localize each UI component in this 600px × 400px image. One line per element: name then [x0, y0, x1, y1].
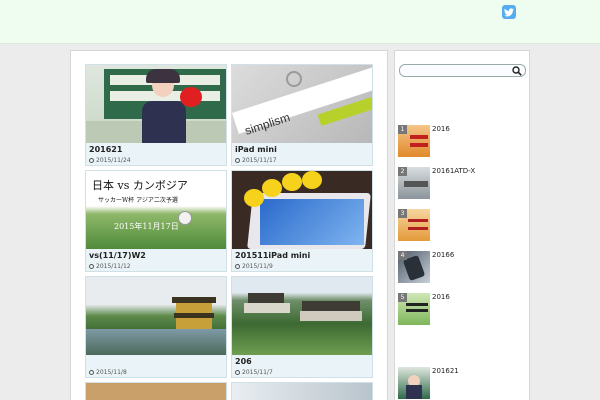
site-header: [0, 0, 600, 44]
article-thumbnail[interactable]: [86, 277, 226, 355]
article-card[interactable]: 日本 vs カンボジア サッカーW杯 アジア二次予選 2015年11月17日 v…: [85, 170, 227, 272]
popular-title[interactable]: 2016: [432, 125, 450, 133]
article-card[interactable]: 201511iPad mini 2015/11/9: [231, 170, 373, 272]
popular-item[interactable]: 5 2016: [398, 293, 528, 327]
article-thumbnail[interactable]: simplism: [232, 65, 372, 143]
popular-title[interactable]: 20166: [432, 251, 454, 259]
popular-title[interactable]: 2016: [432, 293, 450, 301]
article-list: 201621 2015/11/24 simplism iPad mini 201…: [70, 50, 388, 400]
article-title[interactable]: iPad mini: [232, 143, 372, 156]
popular-title[interactable]: 201621: [432, 367, 459, 375]
article-thumbnail[interactable]: [86, 65, 226, 143]
article-title[interactable]: 201621: [86, 143, 226, 156]
popular-item[interactable]: 4 20166: [398, 251, 528, 285]
article-date: 2015/11/9: [232, 262, 372, 271]
sidebar: 1 2016 2 20161ATD-X 3 4 20166 5 2016 201…: [394, 50, 530, 400]
article-thumbnail[interactable]: 日本 vs カンボジア サッカーW杯 アジア二次予選 2015年11月17日: [86, 171, 226, 249]
rank-badge: 2: [398, 167, 407, 176]
search-icon[interactable]: [512, 66, 522, 76]
article-thumbnail[interactable]: [232, 171, 372, 249]
clock-icon: [235, 369, 240, 375]
search-input[interactable]: [399, 64, 526, 77]
article-date: 2015/11/7: [232, 368, 372, 377]
article-date: 2015/11/8: [86, 368, 226, 377]
clock-icon: [89, 263, 94, 269]
popular-item[interactable]: 1 2016: [398, 125, 528, 159]
article-card[interactable]: simplism iPad mini 2015/11/17: [231, 64, 373, 166]
article-title[interactable]: 206: [232, 355, 372, 368]
clock-icon: [235, 263, 240, 269]
article-title[interactable]: vs(11/17)W2: [86, 249, 226, 262]
thumbnail-overlay-text: 日本 vs カンボジア: [92, 179, 188, 192]
popular-item[interactable]: 201621: [398, 367, 528, 400]
article-card[interactable]: [85, 382, 227, 400]
article-date: 2015/11/12: [86, 262, 226, 271]
thumbnail-overlay-text: 2015年11月17日: [114, 222, 179, 231]
rank-badge: 4: [398, 251, 407, 260]
article-title[interactable]: 201511iPad mini: [232, 249, 372, 262]
rank-badge: 5: [398, 293, 407, 302]
twitter-icon[interactable]: [502, 5, 516, 19]
popular-item[interactable]: 2 20161ATD-X: [398, 167, 528, 201]
popular-item[interactable]: 3: [398, 209, 528, 243]
article-card[interactable]: [231, 382, 373, 400]
clock-icon: [235, 157, 240, 163]
thumbnail-overlay-text: サッカーW杯 アジア二次予選: [98, 197, 178, 204]
popular-title[interactable]: 20161ATD-X: [432, 167, 475, 175]
article-card[interactable]: 206 2015/11/7: [231, 276, 373, 378]
clock-icon: [89, 369, 94, 375]
article-thumbnail[interactable]: [232, 277, 372, 355]
rank-badge: 3: [398, 209, 407, 218]
article-date: 2015/11/24: [86, 156, 226, 165]
rank-badge: 1: [398, 125, 407, 134]
clock-icon: [89, 157, 94, 163]
article-card[interactable]: 201621 2015/11/24: [85, 64, 227, 166]
popular-thumbnail[interactable]: [398, 367, 430, 399]
article-date: 2015/11/17: [232, 156, 372, 165]
article-title[interactable]: [86, 355, 226, 368]
article-card[interactable]: 2015/11/8: [85, 276, 227, 378]
